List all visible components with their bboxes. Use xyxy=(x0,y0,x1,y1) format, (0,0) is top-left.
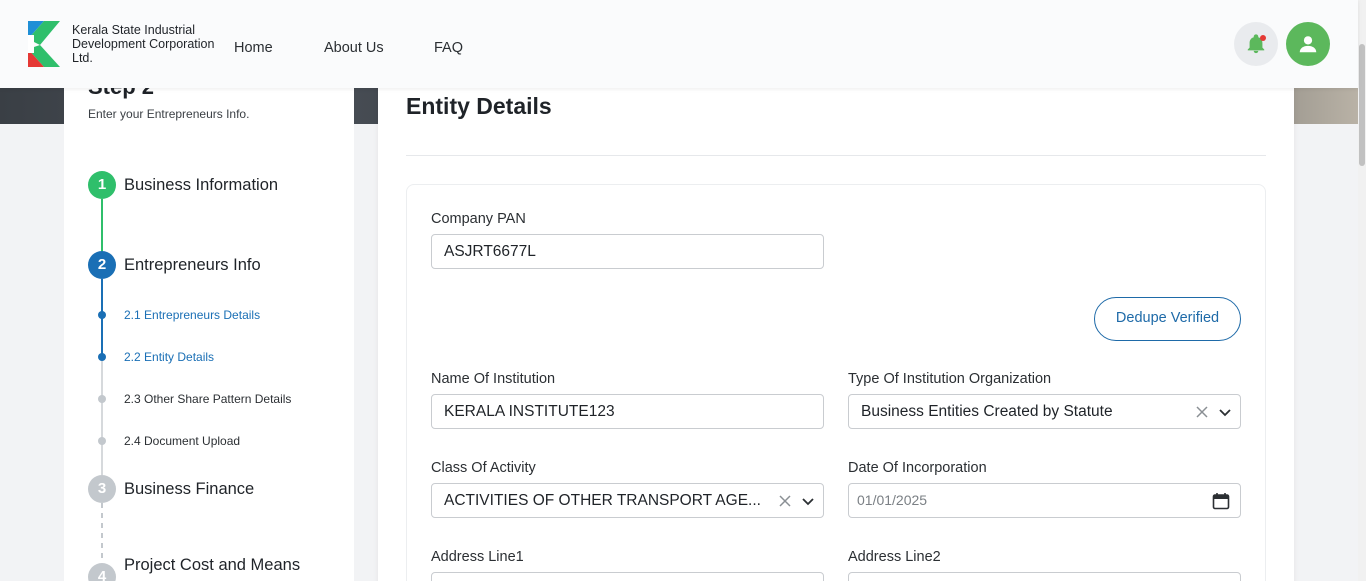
step-subheading: Enter your Entrepreneurs Info. xyxy=(88,107,250,121)
substep-dot-2-1 xyxy=(98,311,106,319)
class-of-activity-label: Class Of Activity xyxy=(431,460,536,476)
entity-form: Company PAN ASJRT6677L Dedupe Verified N… xyxy=(406,184,1266,581)
step-3-circle: 3 xyxy=(88,475,116,503)
nav-faq[interactable]: FAQ xyxy=(434,40,463,56)
company-pan-input[interactable]: ASJRT6677L xyxy=(431,234,824,269)
notification-dot xyxy=(1260,35,1266,41)
step-4-label[interactable]: Project Cost and Means xyxy=(124,556,300,575)
name-of-institution-label: Name Of Institution xyxy=(431,371,556,387)
substep-2-2[interactable]: 2.2 Entity Details xyxy=(124,350,214,364)
address-line2-input[interactable] xyxy=(848,572,1241,581)
step-4-circle: 4 xyxy=(88,563,116,581)
ksidc-logo[interactable] xyxy=(28,21,60,67)
address-line1-label: Address Line1 xyxy=(431,549,524,565)
title-divider xyxy=(406,155,1266,156)
step-2-circle: 2 xyxy=(88,251,116,279)
step-2-label[interactable]: Entrepreneurs Info xyxy=(124,256,261,275)
clear-icon[interactable] xyxy=(1194,404,1210,420)
step-3-label[interactable]: Business Finance xyxy=(124,480,254,499)
substep-dot-2-2 xyxy=(98,353,106,361)
scrollbar-thumb[interactable] xyxy=(1359,44,1365,166)
date-of-incorporation-value: 01/01/2025 xyxy=(857,492,928,508)
address-line1-input[interactable] xyxy=(431,572,824,581)
step-connector-3 xyxy=(101,503,103,563)
nav-about-us[interactable]: About Us xyxy=(324,40,384,56)
nav-home[interactable]: Home xyxy=(234,40,273,56)
institution-type-select[interactable]: Business Entities Created by Statute xyxy=(848,394,1241,429)
substep-2-3[interactable]: 2.3 Other Share Pattern Details xyxy=(124,392,291,406)
institution-type-value: Business Entities Created by Statute xyxy=(861,403,1113,420)
substep-2-1[interactable]: 2.1 Entrepreneurs Details xyxy=(124,308,260,322)
step-1-label[interactable]: Business Information xyxy=(124,176,278,195)
substep-2-4[interactable]: 2.4 Document Upload xyxy=(124,434,240,448)
notifications-button[interactable] xyxy=(1234,22,1278,66)
name-of-institution-input[interactable]: KERALA INSTITUTE123 xyxy=(431,394,824,429)
dedupe-verified-button[interactable]: Dedupe Verified xyxy=(1094,297,1241,341)
institution-type-label: Type Of Institution Organization xyxy=(848,371,1052,387)
user-icon xyxy=(1299,36,1317,53)
step-1-circle: 1 xyxy=(88,171,116,199)
calendar-icon[interactable] xyxy=(1212,492,1230,510)
top-header: Kerala State Industrial Development Corp… xyxy=(0,0,1358,88)
page-scrollbar[interactable] xyxy=(1358,0,1366,581)
steps-panel: Step 2 Enter your Entrepreneurs Info. 1 … xyxy=(64,60,354,581)
user-avatar-button[interactable] xyxy=(1286,22,1330,66)
chevron-down-icon[interactable] xyxy=(1218,404,1232,420)
date-of-incorporation-label: Date Of Incorporation xyxy=(848,460,987,476)
step-connector-2-pending xyxy=(101,357,103,475)
date-of-incorporation-input[interactable]: 01/01/2025 xyxy=(848,483,1241,518)
address-line2-label: Address Line2 xyxy=(848,549,941,565)
class-of-activity-value: ACTIVITIES OF OTHER TRANSPORT AGE... xyxy=(444,492,761,509)
chevron-down-icon[interactable] xyxy=(801,493,815,509)
page-title: Entity Details xyxy=(406,93,552,119)
substep-dot-2-3 xyxy=(98,395,106,403)
org-name: Kerala State Industrial Development Corp… xyxy=(72,23,215,65)
class-of-activity-select[interactable]: ACTIVITIES OF OTHER TRANSPORT AGE... xyxy=(431,483,824,518)
company-pan-label: Company PAN xyxy=(431,211,526,227)
entity-details-card: Entity Details Company PAN ASJRT6677L De… xyxy=(378,80,1294,581)
clear-icon[interactable] xyxy=(777,493,793,509)
substep-dot-2-4 xyxy=(98,437,106,445)
step-connector-1 xyxy=(101,199,103,255)
